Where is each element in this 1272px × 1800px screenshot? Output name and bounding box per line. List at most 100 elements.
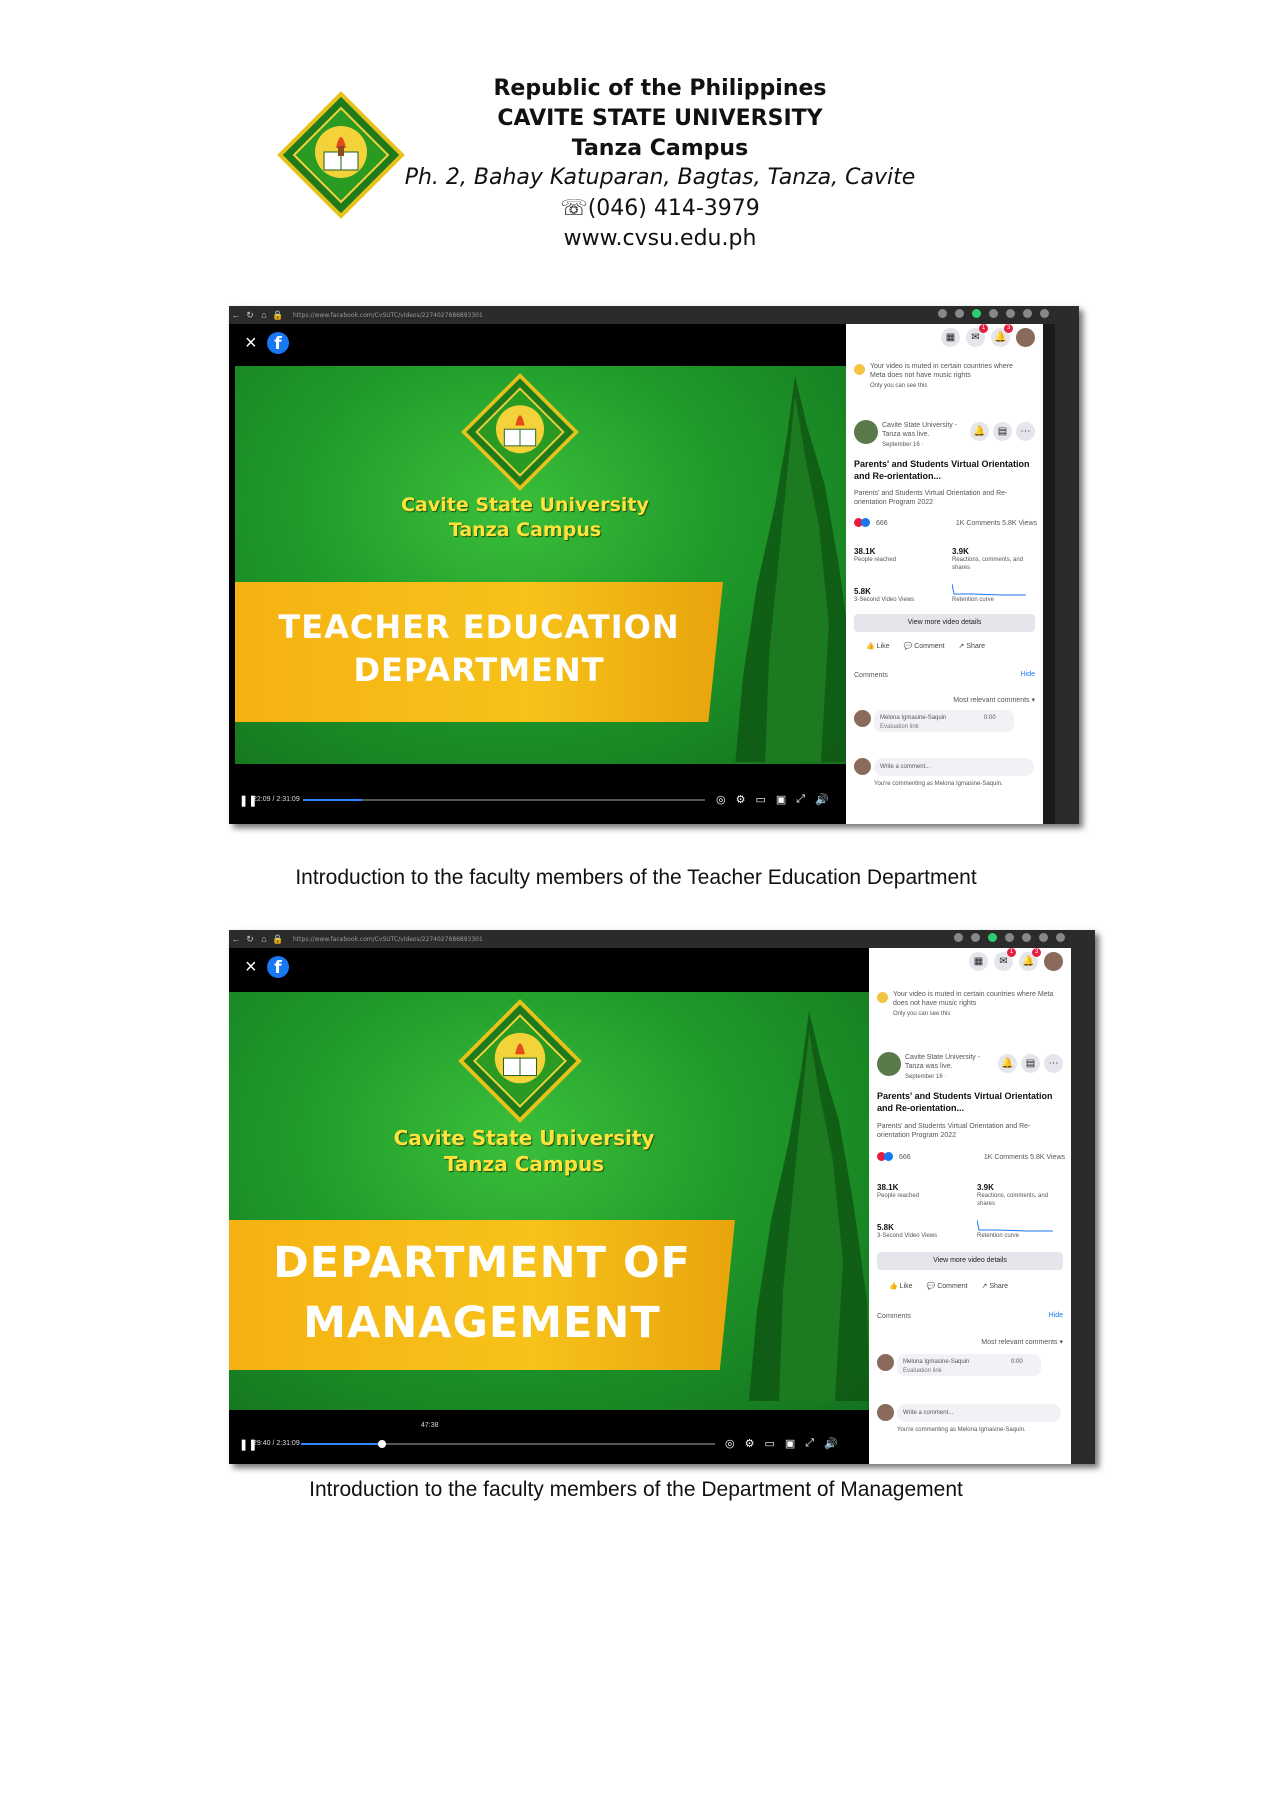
like-button[interactable]: 👍 Like <box>889 1282 913 1290</box>
comments-views[interactable]: 1K Comments 5.8K Views <box>956 519 1037 528</box>
caption-1: Introduction to the faculty members of t… <box>295 866 977 889</box>
view-more-details-button[interactable]: View more video details <box>877 1252 1063 1270</box>
write-comment-placeholder: Write a comment... <box>903 1410 954 1416</box>
stable-volume-icon[interactable]: ◎ <box>716 793 726 806</box>
post-title: Parents' and Students Virtual Orientatio… <box>854 459 1030 481</box>
notification-bell-icon[interactable]: 🔔 3 <box>991 324 1013 347</box>
volume-icon[interactable]: 🔊 <box>815 793 829 806</box>
hide-comments-link[interactable]: Hide <box>1021 671 1035 678</box>
banner-line-2: MANAGEMENT <box>303 1298 661 1348</box>
home-icon[interactable]: ⌂ <box>257 310 271 320</box>
miniplayer-icon[interactable]: ▣ <box>776 793 786 806</box>
comment-button[interactable]: 💬 Comment <box>904 642 945 650</box>
seek-bar[interactable] <box>303 799 705 801</box>
messenger-icon[interactable]: ✉ 1 <box>966 324 988 347</box>
comment-sort-dropdown[interactable]: Most relevant comments ▾ <box>953 696 1035 705</box>
captions-icon[interactable]: ▭ <box>764 1437 774 1450</box>
video-time: 22:09 / 2:31:09 <box>253 796 300 803</box>
notification-bell-icon[interactable]: 🔔 3 <box>1019 948 1041 971</box>
comment-button[interactable]: 💬 Comment <box>927 1282 968 1290</box>
commenter-avatar[interactable] <box>854 710 871 727</box>
page-name[interactable]: Cavite State University - Tanza was live… <box>905 1053 995 1071</box>
reload-icon[interactable]: ↻ <box>243 310 257 321</box>
comments-views[interactable]: 1K Comments 5.8K Views <box>984 1153 1065 1162</box>
address-bar[interactable]: https://www.facebook.com/CvSUTC/videos/2… <box>293 312 483 319</box>
video-info-panel: ▦ ✉ 1 🔔 3 Your video is muted in certain c… <box>846 324 1043 824</box>
share-button[interactable]: ↗ Share <box>959 642 986 650</box>
facebook-icon[interactable]: f <box>267 956 289 978</box>
cvsu-emblem <box>461 373 579 491</box>
player-icons: ◎ ⚙ ▭ ▣ ⤢ 🔊 <box>725 1437 838 1450</box>
reload-icon[interactable]: ↻ <box>243 934 257 945</box>
stat-engagement-label: Reactions, comments, and shares <box>952 557 1024 571</box>
messenger-icon[interactable]: ✉ 1 <box>994 948 1016 971</box>
comments-heading: Comments <box>877 1313 911 1320</box>
stat-views-label: 3-Second Video Views <box>877 1233 938 1239</box>
page-avatar[interactable] <box>854 420 878 444</box>
stat-reached-label: People reached <box>877 1193 920 1199</box>
video-info-panel: ▦ ✉ 1 🔔 3 Your video is muted in certain c… <box>869 948 1071 1464</box>
hover-time-tooltip: 47:38 <box>421 1422 439 1429</box>
fullscreen-icon[interactable]: ⤢ <box>805 1437 814 1450</box>
stat-views-label: 3-Second Video Views <box>854 597 915 603</box>
profile-avatar[interactable] <box>1044 952 1063 971</box>
panel-top-icons: ▦ ✉ 1 🔔 3 <box>941 324 1035 347</box>
write-comment-input[interactable]: Write a comment... <box>874 758 1034 776</box>
more-icon[interactable]: ⋯ <box>1044 1054 1063 1073</box>
miniplayer-icon[interactable]: ▣ <box>785 1437 795 1450</box>
muted-notice-sub: Only you can see this <box>870 383 928 389</box>
video-topbar: × f <box>229 948 869 988</box>
home-icon[interactable]: ⌂ <box>257 934 271 944</box>
department-banner: TEACHER EDUCATION DEPARTMENT <box>235 582 723 722</box>
commenter-avatar[interactable] <box>877 1354 894 1371</box>
settings-gear-icon[interactable]: ⚙ <box>745 1437 755 1450</box>
page-name[interactable]: Cavite State University - Tanza was live… <box>882 421 972 439</box>
menu-grid-icon[interactable]: ▦ <box>969 952 988 971</box>
save-icon[interactable]: ▤ <box>993 422 1012 441</box>
reaction-count[interactable]: 666 <box>876 519 888 528</box>
fullscreen-icon[interactable]: ⤢ <box>796 793 805 806</box>
panel-top-icons: ▦ ✉ 1 🔔 3 <box>969 948 1063 971</box>
close-icon[interactable]: × <box>245 956 257 979</box>
write-comment-input[interactable]: Write a comment... <box>897 1404 1061 1422</box>
cvsu-seal-logo <box>277 91 405 219</box>
reaction-count[interactable]: 666 <box>899 1153 911 1162</box>
stable-volume-icon[interactable]: ◎ <box>725 1437 735 1450</box>
like-button[interactable]: 👍 Like <box>866 642 890 650</box>
letterhead: Republic of the Philippines CAVITE STATE… <box>0 76 1272 276</box>
write-comment-placeholder: Write a comment... <box>880 764 931 770</box>
commenter-name[interactable]: Melona Igmasine-Saquin <box>903 1358 969 1367</box>
page-avatar[interactable] <box>877 1052 901 1076</box>
back-icon[interactable]: ← <box>229 310 243 320</box>
close-icon[interactable]: × <box>245 332 257 355</box>
post-action-bar: 👍 Like 💬 Comment ↗ Share <box>866 642 985 650</box>
hide-comments-link[interactable]: Hide <box>1049 1312 1063 1319</box>
back-icon[interactable]: ← <box>229 934 243 944</box>
video-player[interactable]: × f Cavite State University Tanza Campus… <box>229 948 869 1464</box>
video-controls: 47:38 ❚❚ 29:40 / 2:31:09 ◎ ⚙ ▭ ▣ ⤢ 🔊 <box>229 1422 869 1464</box>
profile-avatar[interactable] <box>1016 328 1035 347</box>
settings-gear-icon[interactable]: ⚙ <box>736 793 746 806</box>
menu-grid-icon[interactable]: ▦ <box>941 328 960 347</box>
comment-sort-dropdown[interactable]: Most relevant comments ▾ <box>981 1338 1063 1347</box>
volume-icon[interactable]: 🔊 <box>824 1437 838 1450</box>
post-action-bar: 👍 Like 💬 Comment ↗ Share <box>889 1282 1008 1290</box>
captions-icon[interactable]: ▭ <box>755 793 765 806</box>
video-player[interactable]: × f Cavite State University Tanza Campus… <box>229 324 846 824</box>
post-title: Parents' and Students Virtual Orientatio… <box>877 1091 1053 1113</box>
bell-icon[interactable]: 🔔 <box>970 422 989 441</box>
statue-silhouette <box>749 1011 869 1401</box>
share-button[interactable]: ↗ Share <box>982 1282 1009 1290</box>
seek-bar[interactable] <box>301 1440 715 1448</box>
address-bar[interactable]: https://www.facebook.com/CvSUTC/videos/2… <box>293 936 483 943</box>
bell-icon[interactable]: 🔔 <box>998 1054 1017 1073</box>
view-more-details-button[interactable]: View more video details <box>854 614 1035 632</box>
save-icon[interactable]: ▤ <box>1021 1054 1040 1073</box>
commenter-name[interactable]: Melona Igmasine-Saquin <box>880 714 946 723</box>
seek-knob[interactable] <box>378 1440 387 1448</box>
more-icon[interactable]: ⋯ <box>1016 422 1035 441</box>
facebook-icon[interactable]: f <box>267 332 289 354</box>
video-school-name: Cavite State University <box>393 1126 655 1150</box>
info-icon <box>854 364 865 375</box>
video-campus-name: Tanza Campus <box>448 519 602 541</box>
